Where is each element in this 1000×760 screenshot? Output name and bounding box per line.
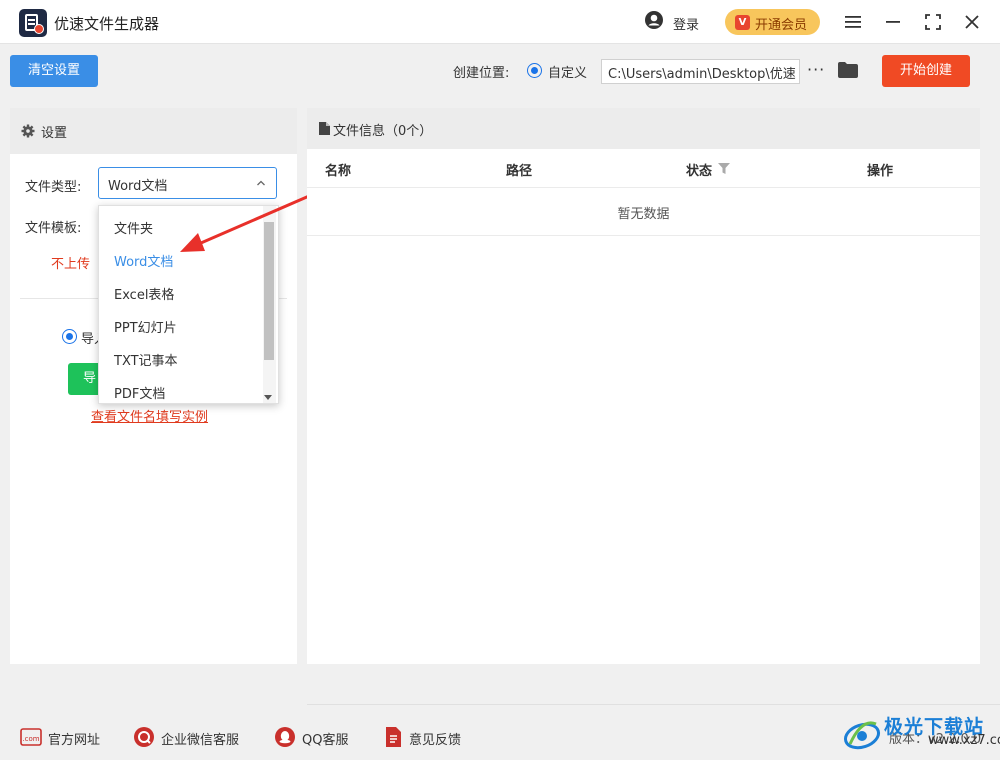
wechat-service-label: 企业微信客服 bbox=[161, 733, 240, 748]
qq-service-link[interactable]: QQ客服 bbox=[274, 726, 359, 748]
file-info-panel: 文件信息（0个） 名称 路径 状态 操作 暂无数据 bbox=[307, 108, 980, 664]
column-header-status: 状态 bbox=[686, 164, 713, 179]
official-site-link[interactable]: .com 官方网址 bbox=[20, 726, 110, 748]
qq-icon bbox=[275, 727, 295, 747]
feedback-icon bbox=[386, 727, 401, 747]
footer-divider bbox=[307, 704, 1000, 705]
watermark-url: www.xz7.com bbox=[928, 733, 1000, 748]
filter-icon[interactable] bbox=[718, 163, 730, 174]
column-header-action: 操作 bbox=[867, 164, 894, 179]
qq-service-label: QQ客服 bbox=[302, 733, 349, 748]
table-row-divider bbox=[307, 235, 980, 236]
file-icon bbox=[319, 122, 330, 135]
feedback-label: 意见反馈 bbox=[409, 733, 462, 748]
file-info-title: 文件信息（0个） bbox=[333, 124, 433, 139]
column-header-name: 名称 bbox=[325, 164, 352, 179]
watermark-logo-icon bbox=[843, 721, 881, 750]
empty-data-text: 暂无数据 bbox=[617, 207, 670, 222]
wechat-service-link[interactable]: 企业微信客服 bbox=[133, 726, 253, 748]
svg-text:.com: .com bbox=[22, 735, 39, 743]
file-info-header: 文件信息（0个） bbox=[307, 108, 980, 149]
website-icon: .com bbox=[20, 728, 42, 746]
table-header-divider bbox=[307, 187, 980, 188]
column-header-path: 路径 bbox=[506, 164, 533, 179]
wechat-icon bbox=[134, 727, 154, 747]
official-site-label: 官方网址 bbox=[48, 733, 101, 748]
feedback-link[interactable]: 意见反馈 bbox=[382, 726, 472, 748]
watermark: 极光下载站 www.xz7.com bbox=[840, 708, 1000, 756]
